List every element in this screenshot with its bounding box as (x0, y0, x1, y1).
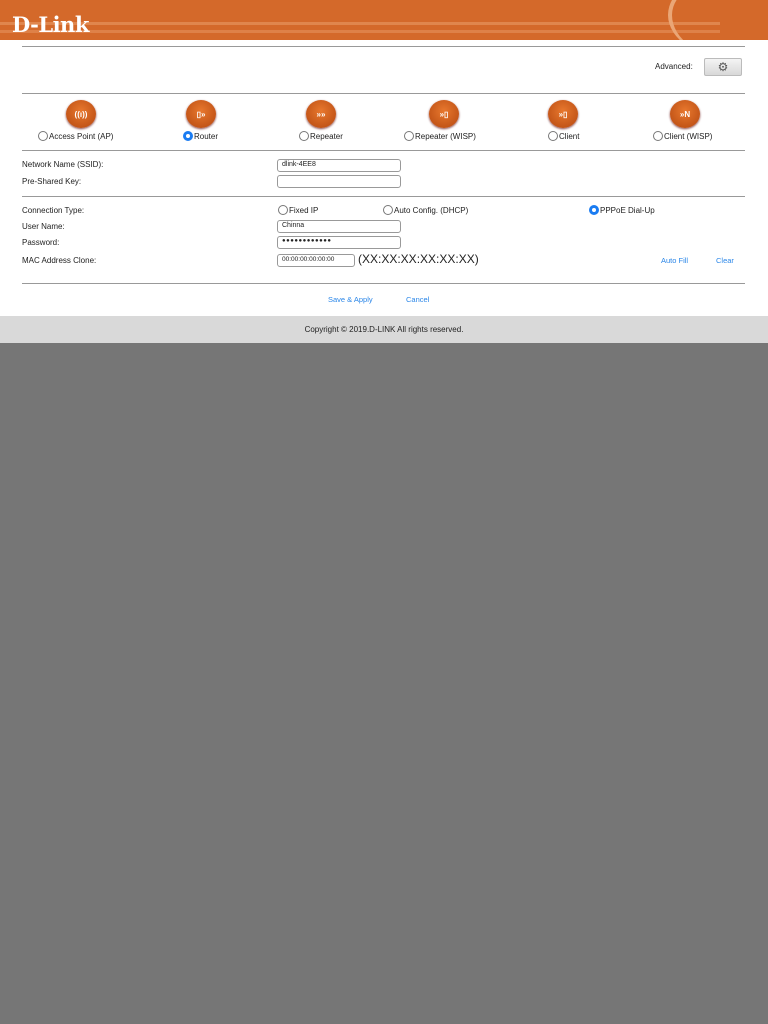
option-label: Access Point (AP) (49, 131, 114, 141)
mac-clone-label: MAC Address Clone: (22, 256, 97, 265)
option-label: Auto Config. (DHCP) (394, 205, 469, 215)
mode-access-point-radio[interactable]: Access Point (AP) (38, 131, 113, 141)
client-mode-icon[interactable]: »▯ (548, 100, 578, 128)
footer: Copyright © 2019.D-LINK All rights reser… (0, 316, 768, 343)
username-label: User Name: (22, 222, 65, 231)
option-label: Repeater (WISP) (415, 131, 476, 141)
dlink-logo: D-Link (12, 12, 89, 37)
option-label: Router (194, 131, 219, 141)
option-label: Fixed IP (289, 205, 319, 215)
ssid-input[interactable]: dlink-4EE8 (277, 159, 401, 172)
header-banner: D-Link (0, 0, 768, 40)
password-label: Password: (22, 238, 60, 247)
divider (22, 93, 745, 94)
mode-client-wisp-radio[interactable]: Client (WISP) (653, 131, 712, 141)
radio-button[interactable] (278, 205, 288, 215)
divider (22, 150, 745, 151)
advanced-label: Advanced: (655, 62, 693, 71)
connection-fixed-ip-radio[interactable]: Fixed IP (278, 205, 318, 215)
divider (22, 283, 745, 284)
psk-label: Pre-Shared Key: (22, 177, 82, 186)
mode-client-radio[interactable]: Client (548, 131, 579, 141)
divider (22, 196, 745, 197)
clear-link[interactable]: Clear (716, 256, 734, 265)
radio-button[interactable] (548, 131, 558, 141)
copyright-text: Copyright © 2019.D-LINK All rights reser… (304, 325, 464, 334)
option-label: Client (WISP) (664, 131, 713, 141)
radio-button[interactable] (653, 131, 663, 141)
save-apply-button[interactable]: Save & Apply (328, 295, 373, 304)
username-input[interactable]: Chinna (277, 220, 401, 233)
mac-clone-input[interactable]: 00:00:00:00:00:00 (277, 254, 355, 267)
option-label: Repeater (310, 131, 343, 141)
radio-button[interactable] (183, 131, 193, 141)
radio-button[interactable] (383, 205, 393, 215)
repeater-wisp-mode-icon[interactable]: »▯ (429, 100, 459, 128)
psk-input[interactable] (277, 175, 401, 188)
gear-icon: ⚙ (717, 60, 729, 74)
advanced-settings-button[interactable]: ⚙ (704, 58, 742, 76)
mode-router-radio[interactable]: Router (183, 131, 218, 141)
option-label: PPPoE Dial-Up (600, 205, 655, 215)
radio-button[interactable] (38, 131, 48, 141)
client-wisp-mode-icon[interactable]: »N (670, 100, 700, 128)
mac-format-hint: (XX:XX:XX:XX:XX:XX) (358, 252, 479, 266)
router-mode-icon[interactable]: ▯» (186, 100, 216, 128)
cancel-button[interactable]: Cancel (406, 295, 429, 304)
radio-button[interactable] (404, 131, 414, 141)
auto-fill-link[interactable]: Auto Fill (661, 256, 688, 265)
mode-repeater-radio[interactable]: Repeater (299, 131, 343, 141)
connection-pppoe-radio[interactable]: PPPoE Dial-Up (589, 205, 655, 215)
access-point-mode-icon[interactable]: ((ı)) (66, 100, 96, 128)
option-label: Client (559, 131, 580, 141)
connection-dhcp-radio[interactable]: Auto Config. (DHCP) (383, 205, 468, 215)
settings-panel: Advanced: ⚙ ((ı)) Access Point (AP) ▯» Rout… (0, 40, 768, 316)
connection-type-label: Connection Type: (22, 206, 85, 215)
ssid-label: Network Name (SSID): (22, 160, 104, 169)
radio-button[interactable] (589, 205, 599, 215)
divider (22, 46, 745, 47)
radio-button[interactable] (299, 131, 309, 141)
password-input[interactable]: ●●●●●●●●●●●● (277, 236, 401, 249)
mode-repeater-wisp-radio[interactable]: Repeater (WISP) (404, 131, 476, 141)
repeater-mode-icon[interactable]: »» (306, 100, 336, 128)
